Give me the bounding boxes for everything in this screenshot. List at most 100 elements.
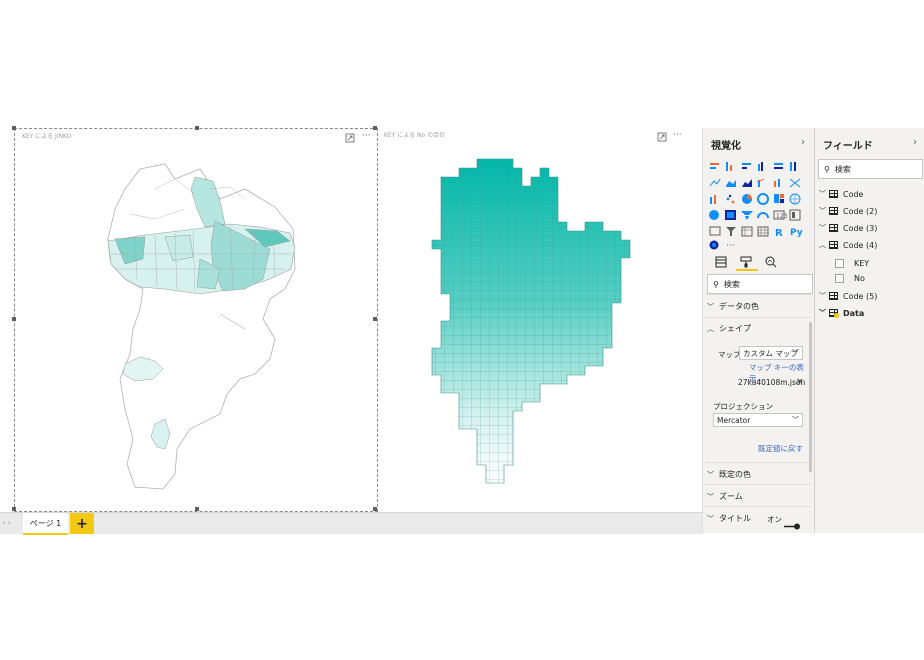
scrollbar[interactable] xyxy=(809,322,812,472)
table-row-code-2[interactable]: ﹀ Code (2) xyxy=(819,206,877,216)
title-section[interactable]: ﹀ タイトル xyxy=(707,513,751,524)
section-label: 既定の色 xyxy=(719,470,751,479)
field-checkbox[interactable] xyxy=(835,259,844,268)
zoom-section[interactable]: ﹀ ズーム xyxy=(707,491,743,502)
section-label: データの色 xyxy=(719,302,759,311)
table-icon xyxy=(829,241,838,249)
chevron-down-icon: ﹀ xyxy=(707,492,714,501)
resize-handle[interactable] xyxy=(373,126,377,130)
shape-section[interactable]: ︿ シェイプ xyxy=(707,323,751,334)
resize-handle[interactable] xyxy=(12,317,16,321)
collapse-chevron-icon[interactable]: › xyxy=(801,137,805,148)
svg-text:123: 123 xyxy=(776,213,788,220)
search-placeholder: 検索 xyxy=(834,164,851,174)
svg-text:···: ··· xyxy=(726,241,735,250)
page-tab[interactable]: ページ 1 xyxy=(23,513,68,535)
default-color-section[interactable]: ﹀ 既定の色 xyxy=(707,469,751,480)
svg-text:Py: Py xyxy=(790,228,803,238)
chevron-down-icon: ﹀ xyxy=(819,190,826,198)
add-page-button[interactable]: + xyxy=(70,513,94,534)
map-type-dropdown[interactable]: カスタム マップ ﹀ xyxy=(739,346,803,360)
dropdown-value: Mercator xyxy=(717,415,751,425)
table-icon xyxy=(829,207,838,215)
chevron-up-icon: ︿ xyxy=(819,241,826,249)
chevron-up-icon: ︿ xyxy=(707,324,714,333)
table-name: Code (4) xyxy=(843,240,878,250)
table-row-data[interactable]: ﹀ Data xyxy=(819,308,864,318)
table-in-use-icon xyxy=(829,309,839,318)
table-row-code[interactable]: ﹀ Code xyxy=(819,189,863,199)
resize-handle[interactable] xyxy=(195,507,199,511)
section-label: シェイプ xyxy=(719,324,751,333)
title-toggle-label: オン xyxy=(767,515,782,524)
table-icon xyxy=(829,292,838,300)
visualizations-pane: 視覚化 › 123 R Py ··· ⚲ 検索 ﹀ データの色 ︿ シェイプ マ… xyxy=(702,128,815,533)
page-tab-bar: ‹ › ページ 1 + xyxy=(0,512,702,535)
reset-to-default-link[interactable]: 既定値に戻す xyxy=(758,443,803,454)
field-checkbox[interactable] xyxy=(835,274,844,283)
divider xyxy=(705,462,811,463)
city-ward-map[interactable] xyxy=(15,129,377,511)
search-placeholder: 検索 xyxy=(723,279,740,289)
fields-search-box[interactable]: ⚲ 検索 xyxy=(818,159,923,179)
divider xyxy=(705,294,811,295)
format-search-box[interactable]: ⚲ 検索 xyxy=(707,274,813,294)
table-name: Code (2) xyxy=(843,206,878,216)
table-icon xyxy=(829,224,838,232)
report-canvas[interactable]: KEY による JINKO ··· KEY による No の合計 ··· xyxy=(0,126,702,512)
mesh-grid-lines xyxy=(432,159,630,483)
field-row-no[interactable]: No xyxy=(835,274,865,283)
table-row-code-5[interactable]: ﹀ Code (5) xyxy=(819,291,877,301)
tab-scroll-arrows[interactable]: ‹ › xyxy=(2,518,11,527)
field-name: KEY xyxy=(854,259,870,268)
table-row-code-3[interactable]: ﹀ Code (3) xyxy=(819,223,877,233)
section-label: ズーム xyxy=(719,492,743,501)
collapse-chevron-icon[interactable]: › xyxy=(913,137,917,148)
divider xyxy=(705,506,811,507)
svg-text:R: R xyxy=(775,228,783,239)
chevron-down-icon: ﹀ xyxy=(819,309,826,317)
chevron-down-icon: ﹀ xyxy=(819,292,826,300)
table-name: Code (5) xyxy=(843,291,878,301)
table-name: Data xyxy=(843,308,865,318)
visual-type-icons[interactable]: 123 R Py ··· xyxy=(709,162,803,250)
resize-handle[interactable] xyxy=(373,317,377,321)
resize-handle[interactable] xyxy=(12,126,16,130)
resize-handle[interactable] xyxy=(195,126,199,130)
resize-handle[interactable] xyxy=(373,507,377,511)
map-label: マップ xyxy=(718,350,741,359)
title-toggle-switch[interactable] xyxy=(783,515,801,530)
mesh-grid-map[interactable] xyxy=(381,128,687,510)
chevron-down-icon: ﹀ xyxy=(819,224,826,232)
resize-handle[interactable] xyxy=(12,507,16,511)
field-row-key[interactable]: KEY xyxy=(835,259,869,268)
grid-map-visual[interactable]: KEY による No の合計 ··· xyxy=(381,128,687,510)
chevron-down-icon: ﹀ xyxy=(792,416,799,424)
table-name: Code xyxy=(843,189,864,199)
divider xyxy=(705,484,811,485)
analytics-magnifier-icon[interactable] xyxy=(765,253,777,272)
pane-title: フィールド xyxy=(823,141,873,152)
remove-file-close-icon[interactable]: × xyxy=(796,377,804,387)
section-label: タイトル xyxy=(719,514,751,523)
data-colors-section[interactable]: ﹀ データの色 xyxy=(707,301,759,312)
field-name: No xyxy=(854,274,865,283)
choropleth-map-visual[interactable]: KEY による JINKO ··· xyxy=(12,126,378,512)
projection-label: プロジェクション xyxy=(713,402,773,411)
dropdown-value: カスタム マップ xyxy=(743,348,798,358)
table-icon xyxy=(829,190,838,198)
fields-pane: フィールド › ⚲ 検索 ﹀ Code ﹀ Code (2) ﹀ Code (3… xyxy=(814,128,924,533)
projection-dropdown[interactable]: Mercator ﹀ xyxy=(713,413,803,427)
pane-title: 視覚化 xyxy=(711,141,741,152)
fields-tab-icon[interactable] xyxy=(715,253,727,272)
table-name: Code (3) xyxy=(843,223,878,233)
search-icon: ⚲ xyxy=(713,279,719,289)
chevron-down-icon: ﹀ xyxy=(792,349,799,357)
divider xyxy=(705,317,811,318)
chevron-down-icon: ﹀ xyxy=(707,514,714,523)
chevron-down-icon: ﹀ xyxy=(707,302,714,311)
chevron-down-icon: ﹀ xyxy=(707,470,714,479)
table-row-code-4[interactable]: ︿ Code (4) xyxy=(819,240,877,250)
visual-type-gallery[interactable]: 123 R Py ··· xyxy=(708,160,812,250)
chevron-down-icon: ﹀ xyxy=(819,207,826,215)
